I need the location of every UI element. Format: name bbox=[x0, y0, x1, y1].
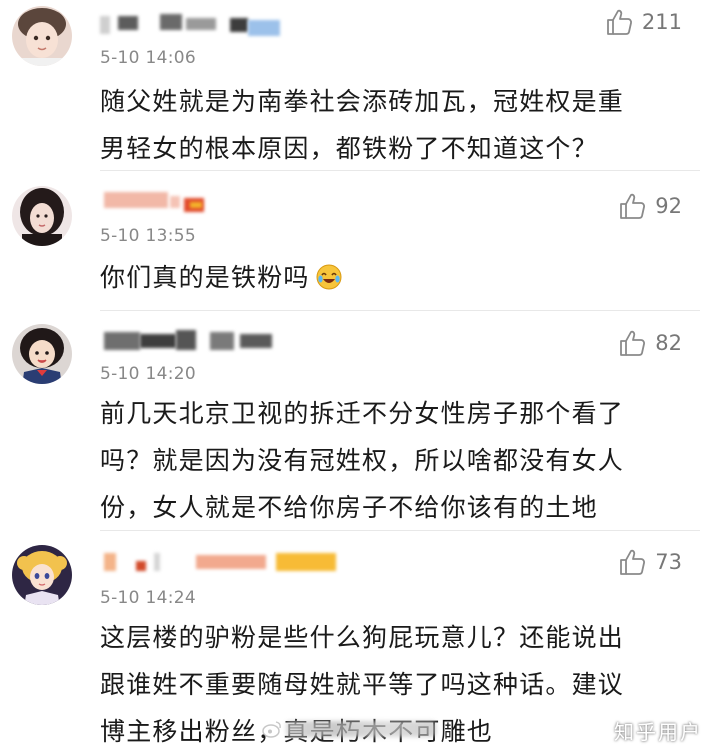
comment-text: 随父姓就是为南拳社会添砖加瓦，冠姓权是重 男轻女的根本原因，都铁粉了不知道这个？ bbox=[100, 78, 680, 172]
avatar-girl-image bbox=[12, 6, 72, 66]
username-blurred[interactable] bbox=[100, 188, 360, 216]
like-button[interactable]: 82 bbox=[617, 327, 682, 359]
divider bbox=[100, 170, 700, 171]
username-blurred[interactable] bbox=[100, 326, 360, 354]
like-count: 73 bbox=[655, 550, 682, 574]
avatar-girl-cartoon-image bbox=[12, 324, 72, 384]
thumbs-up-icon bbox=[607, 9, 632, 35]
comment-text-line: 份，女人就是不给你房子不给你该有的土地 bbox=[100, 493, 598, 522]
watermark-blurred-handle bbox=[286, 721, 436, 737]
comment-text: 前几天北京卫视的拆迁不分女性房子那个看了 吗？就是因为没有冠姓权，所以啥都没有女… bbox=[100, 390, 680, 531]
comment-text-line: 随父姓就是为南拳社会添砖加瓦，冠姓权是重 bbox=[100, 87, 625, 116]
username-blurred[interactable] bbox=[100, 549, 380, 577]
comment-time: 5-10 14:20 bbox=[100, 364, 196, 384]
thumbs-up-icon bbox=[620, 330, 646, 356]
comment-text-line: 这层楼的驴粉是些什么狗屁玩意儿？还能说出 bbox=[100, 623, 625, 652]
like-button[interactable]: 73 bbox=[617, 546, 682, 578]
comment-text: 你们真的是铁粉吗 bbox=[100, 254, 680, 305]
avatar-woman-image bbox=[12, 186, 72, 246]
comment-time: 5-10 13:55 bbox=[100, 226, 196, 246]
comment-text-line: 跟谁姓不重要随母姓就平等了吗这种话。建议 bbox=[100, 670, 625, 699]
weibo-watermark bbox=[262, 720, 436, 738]
like-button[interactable]: 211 bbox=[604, 6, 682, 38]
comment-text-line: 吗？就是因为没有冠姓权，所以啥都没有女人 bbox=[100, 446, 625, 475]
avatar[interactable] bbox=[12, 186, 72, 246]
avatar[interactable] bbox=[12, 324, 72, 384]
username-blurred[interactable] bbox=[100, 12, 360, 40]
divider bbox=[100, 530, 700, 531]
like-count: 82 bbox=[655, 331, 682, 355]
thumbs-up-icon bbox=[620, 549, 646, 575]
like-button[interactable]: 92 bbox=[617, 190, 682, 222]
laughing-crying-emoji-icon bbox=[316, 258, 342, 305]
divider bbox=[100, 310, 700, 311]
avatar[interactable] bbox=[12, 545, 72, 605]
thumbs-up-icon bbox=[620, 193, 646, 219]
comment-text-line: 你们真的是铁粉吗 bbox=[100, 254, 680, 305]
weibo-icon bbox=[262, 721, 281, 738]
avatar-anime-image bbox=[12, 545, 72, 605]
comment-text-line: 前几天北京卫视的拆迁不分女性房子那个看了 bbox=[100, 399, 625, 428]
comment-time: 5-10 14:06 bbox=[100, 48, 196, 68]
comment-text-content: 你们真的是铁粉吗 bbox=[100, 263, 310, 292]
comment-text-line: 男轻女的根本原因，都铁粉了不知道这个？ bbox=[100, 134, 598, 163]
like-count: 211 bbox=[641, 10, 682, 34]
zhihu-watermark: 知乎用户 bbox=[614, 720, 702, 744]
avatar[interactable] bbox=[12, 6, 72, 66]
like-count: 92 bbox=[655, 194, 682, 218]
comment-time: 5-10 14:24 bbox=[100, 588, 196, 608]
